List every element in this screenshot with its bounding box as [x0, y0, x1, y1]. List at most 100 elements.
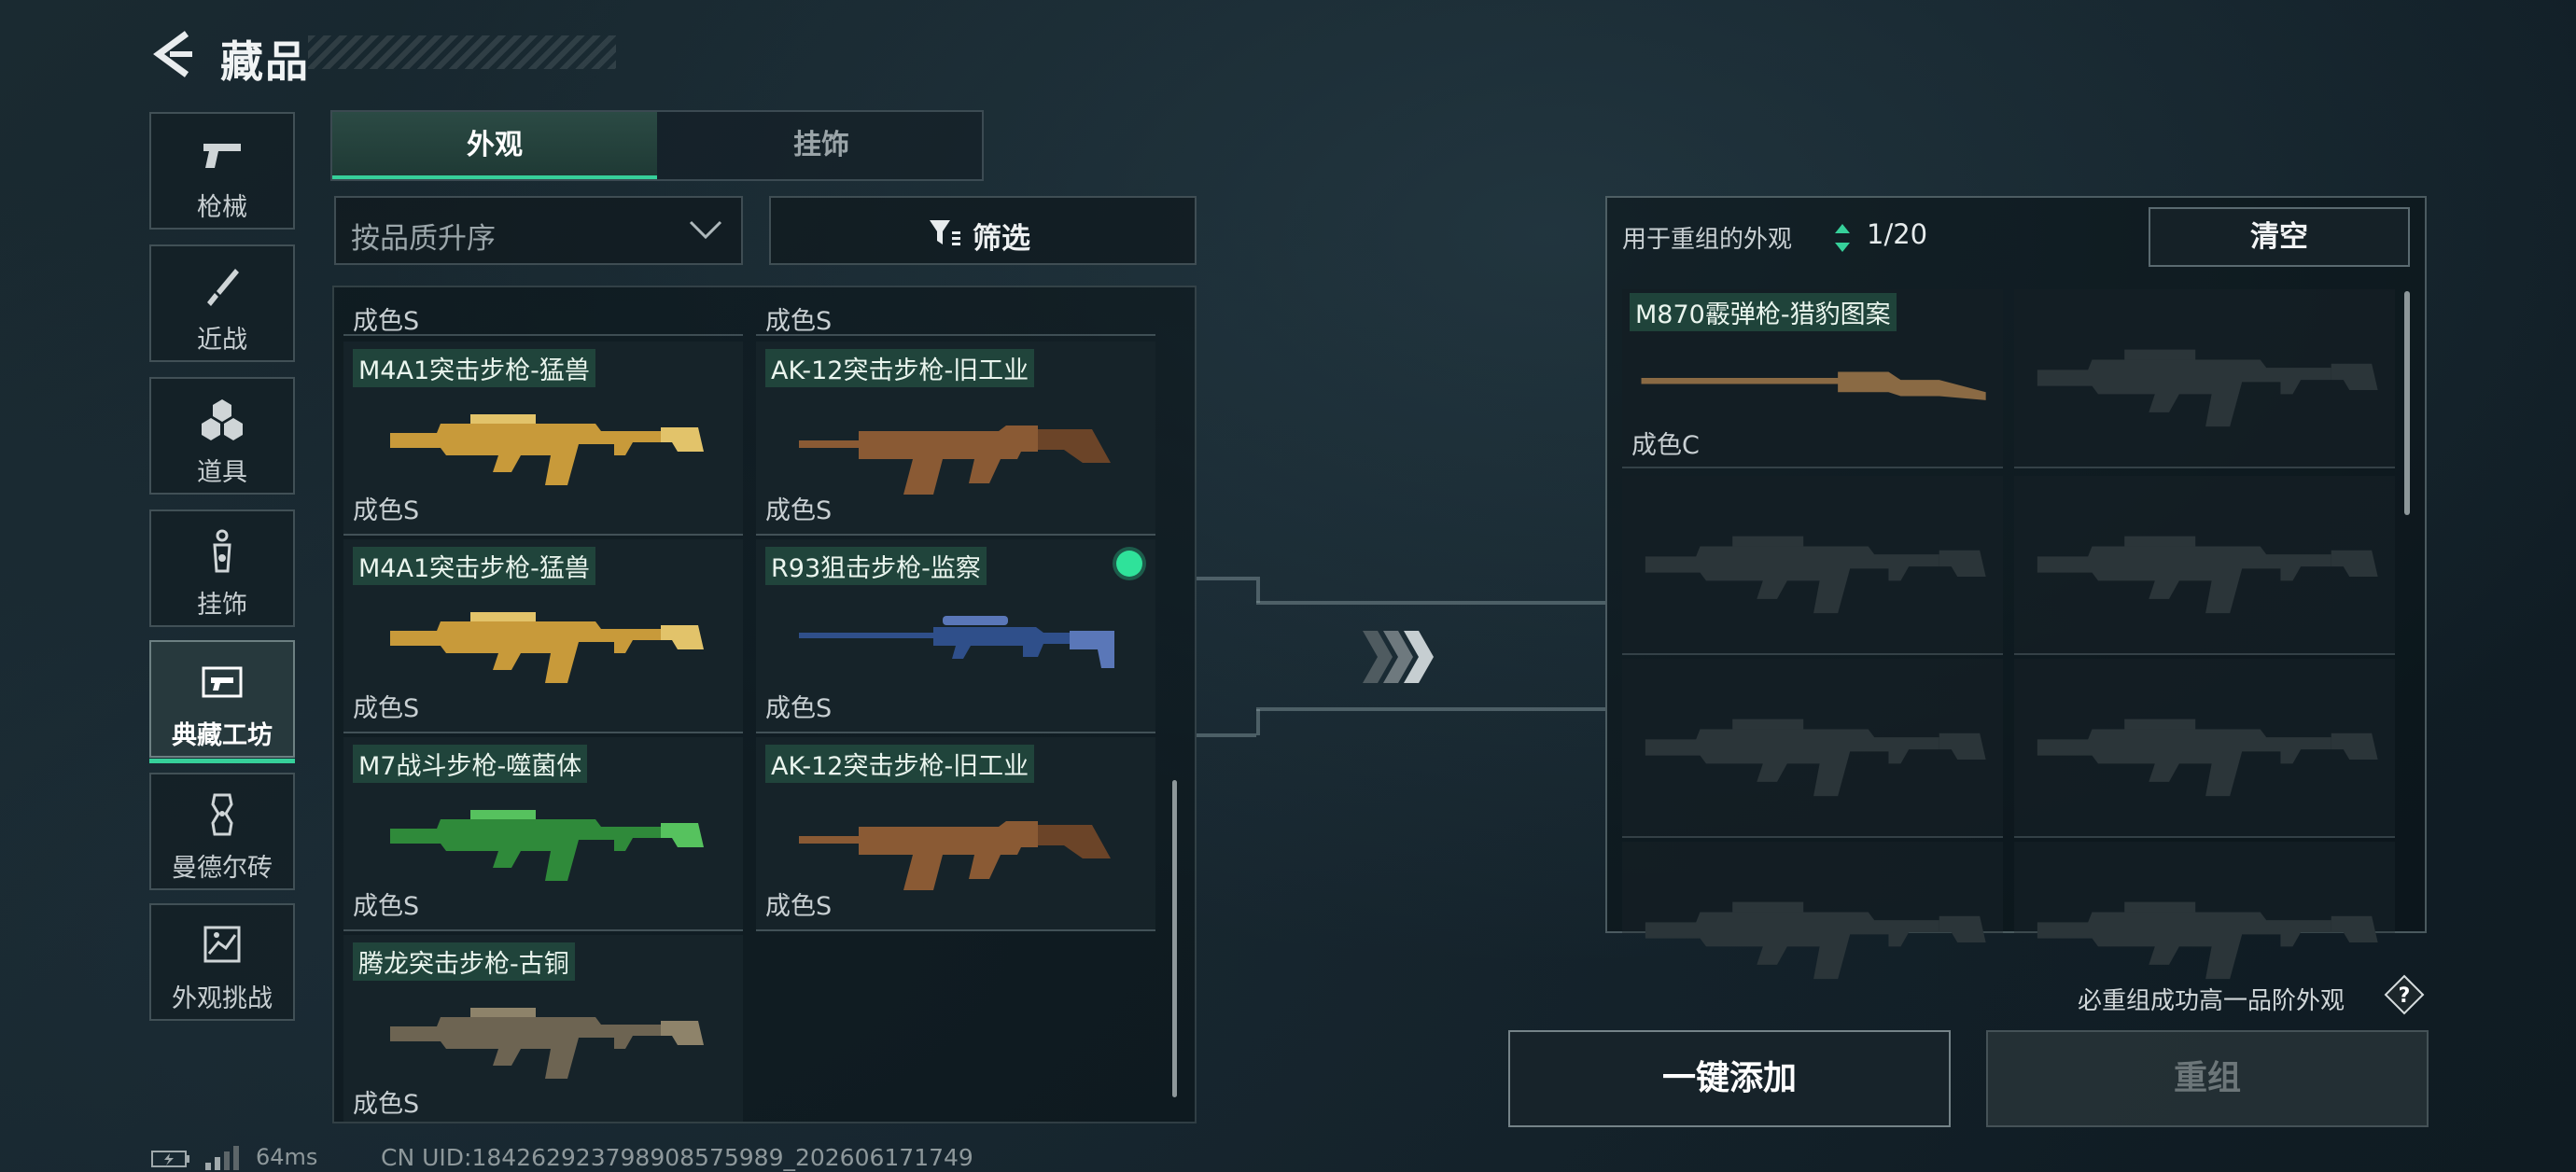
brick-icon: [211, 793, 233, 836]
weapon-image: [799, 821, 1111, 890]
sidebar-item-firearms[interactable]: 枪械: [149, 112, 295, 230]
pistol-icon: [203, 144, 241, 168]
skin-name: R93狙击步枪-监察: [765, 547, 987, 585]
sidebar-item-melee[interactable]: 近战: [149, 244, 295, 362]
empty-slot-placeholder-icon: [2037, 901, 2378, 980]
list-item-partial[interactable]: 成色S: [756, 297, 1155, 336]
list-scrollbar[interactable]: [1172, 780, 1177, 1097]
empty-slot-placeholder-icon: [2037, 719, 2378, 797]
weapon-image: [390, 612, 704, 683]
tab-charms[interactable]: 挂饰: [659, 112, 984, 179]
recombine-button[interactable]: 重组: [1986, 1030, 2429, 1127]
sort-dropdown[interactable]: 按品质升序: [334, 196, 743, 265]
title-decoration: [308, 35, 616, 69]
skin-card[interactable]: M4A1突击步枪-猛兽 成色S: [343, 539, 743, 733]
recombine-slot-empty[interactable]: [2014, 842, 2395, 980]
category-tabs: 外观 挂饰: [330, 110, 984, 181]
page-title: 藏品: [220, 36, 310, 87]
skin-name: M4A1突击步枪-猛兽: [353, 547, 595, 585]
sidebar-item-label: 枪械: [197, 193, 247, 222]
skin-grade: 成色S: [765, 496, 833, 525]
sidebar-item-label: 外观挑战: [172, 984, 273, 1013]
signal-icon: [205, 1146, 239, 1170]
empty-slot-placeholder-icon: [2037, 349, 2378, 427]
sidebar-item-workshop[interactable]: 典藏工坊: [149, 640, 295, 763]
sidebar-item-label: 近战: [197, 326, 247, 355]
skin-card[interactable]: 腾龙突击步枪-古铜 成色S: [343, 935, 743, 1122]
skin-card[interactable]: R93狙击步枪-监察 成色S: [756, 539, 1155, 733]
sidebar-item-label: 曼德尔砖: [172, 854, 273, 883]
recombine-slot-empty[interactable]: [2014, 289, 2395, 468]
ping-text: 64ms: [256, 1144, 318, 1170]
skin-grade: 成色S: [765, 694, 833, 723]
sidebar-item-gear[interactable]: 道具: [149, 377, 295, 495]
skin-card[interactable]: M4A1突击步枪-猛兽 成色S: [343, 342, 743, 536]
tab-appearance[interactable]: 外观: [332, 112, 657, 179]
skin-grade: 成色S: [765, 892, 833, 921]
skin-name: AK-12突击步枪-旧工业: [765, 349, 1035, 387]
skin-card[interactable]: M7战斗步枪-噬菌体 成色S: [343, 737, 743, 931]
connector-line: [1256, 709, 1260, 735]
list-item-partial[interactable]: 成色S: [343, 297, 743, 336]
recombine-label: 用于重组的外观: [1622, 226, 1793, 254]
sidebar-item-label: 道具: [197, 458, 247, 487]
connector-line: [1256, 577, 1260, 603]
challenge-icon: [203, 926, 241, 963]
grenade-icon: [202, 399, 243, 440]
weapon-image: [1641, 371, 1986, 400]
sidebar-item-label: 挂饰: [197, 591, 247, 620]
slot-skin-name: M870霰弹枪-猎豹图案: [1630, 293, 1897, 331]
connector-line: [1256, 707, 1605, 711]
skin-grade: 成色S: [353, 496, 420, 525]
empty-slot-placeholder-icon: [1645, 901, 1986, 980]
recombine-slot-empty[interactable]: [2014, 659, 2395, 838]
guarantee-text: 必重组成功高一品阶外观: [2078, 987, 2345, 1015]
skin-list[interactable]: 成色S 成色S M4A1突击步枪-猛兽 成色S AK-12突击步枪-旧工业 成色…: [332, 286, 1197, 1123]
empty-slot-placeholder-icon: [1645, 536, 1986, 614]
recombine-slot-empty[interactable]: [1622, 659, 2003, 838]
weapon-image: [390, 1008, 704, 1079]
slot-skin-grade: 成色C: [1631, 431, 1700, 460]
battery-icon: [151, 1151, 189, 1167]
knife-icon: [207, 269, 239, 306]
sidebar-item-skin-challenge[interactable]: 外观挑战: [149, 903, 295, 1021]
slot-scrollbar[interactable]: [2404, 291, 2410, 515]
help-icon[interactable]: ?: [2384, 974, 2425, 1015]
skin-name: M7战斗步枪-噬菌体: [353, 745, 588, 783]
sidebar-item-charms[interactable]: 挂饰: [149, 509, 295, 627]
sort-dropdown-value: 按品质升序: [351, 222, 496, 256]
skin-grade: 成色S: [353, 694, 420, 723]
sort-updown-icon: [1835, 224, 1850, 252]
selected-indicator: [1116, 551, 1142, 577]
filter-label: 筛选: [973, 222, 1030, 256]
recombine-slot-filled[interactable]: M870霰弹枪-猎豹图案 成色C: [1622, 289, 2003, 468]
weapon-image: [390, 810, 704, 881]
clear-button[interactable]: 清空: [2149, 207, 2410, 267]
weapon-image: [390, 414, 704, 485]
skin-card[interactable]: AK-12突击步枪-旧工业 成色S: [756, 342, 1155, 536]
connector-line: [1197, 577, 1256, 580]
skin-name: M4A1突击步枪-猛兽: [353, 349, 595, 387]
skin-name: AK-12突击步枪-旧工业: [765, 745, 1035, 783]
item-grade: 成色S: [765, 307, 833, 336]
connector-line: [1197, 733, 1256, 737]
weapon-image: [799, 616, 1114, 668]
recombine-slot-empty[interactable]: [2014, 476, 2395, 655]
filter-icon: [930, 220, 960, 245]
skin-card[interactable]: AK-12突击步枪-旧工业 成色S: [756, 737, 1155, 931]
skin-grade: 成色S: [353, 1090, 420, 1119]
filter-button[interactable]: 筛选: [769, 196, 1197, 265]
sidebar-item-label: 典藏工坊: [172, 721, 273, 750]
recombine-slot-empty[interactable]: [1622, 476, 2003, 655]
chevron-down-icon: [689, 220, 722, 240]
skin-grade: 成色S: [353, 892, 420, 921]
empty-slot-placeholder-icon: [2037, 536, 2378, 614]
back-arrow-icon[interactable]: [149, 28, 194, 80]
svg-text:?: ?: [2399, 984, 2411, 1008]
weapon-image: [799, 426, 1111, 495]
sidebar-item-mandel-brick[interactable]: 曼德尔砖: [149, 773, 295, 890]
item-grade: 成色S: [353, 307, 420, 336]
transfer-arrows-icon: [1363, 631, 1434, 683]
add-all-button[interactable]: 一键添加: [1508, 1030, 1951, 1127]
recombine-slot-empty[interactable]: [1622, 842, 2003, 980]
